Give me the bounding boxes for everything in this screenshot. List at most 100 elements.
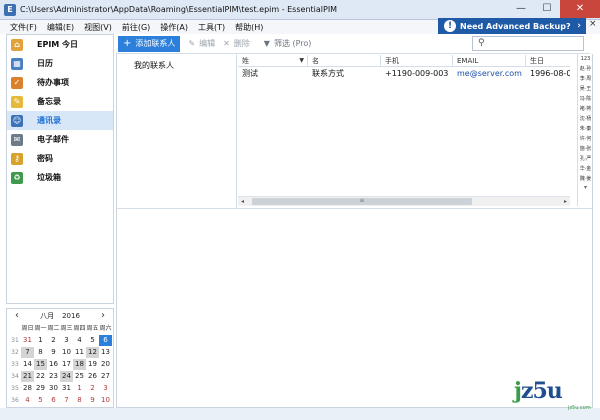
calendar-grid: 周日 周一 周二 周三 周四 周五 周六 31 31 1 2 3 4 5 6 32 7 8 9 10 11 12 13 33 1… [7, 323, 113, 406]
calendar-header: ‹ 八月 2016 › [7, 309, 113, 323]
calendar-day[interactable]: 18 [73, 359, 86, 370]
minimize-button[interactable]: — [508, 0, 534, 18]
calendar-day[interactable]: 7 [60, 395, 73, 406]
calendar-week-number: 36 [11, 397, 19, 404]
calendar-day[interactable]: 7 [21, 347, 34, 358]
calendar-day[interactable]: 12 [86, 347, 99, 358]
calendar-weekday-label: 周六 [99, 325, 112, 332]
add-contact-button[interactable]: + 添加联系人 [118, 35, 181, 52]
calendar-day[interactable]: 14 [21, 359, 34, 370]
calendar-day[interactable]: 11 [73, 347, 86, 358]
calendar-day[interactable]: 24 [60, 371, 73, 382]
calendar-day[interactable]: 1 [34, 335, 47, 346]
sidebar-item-calendar[interactable]: ▦ 日历 [7, 54, 113, 73]
delete-button[interactable]: ✕ 删除 [223, 38, 250, 49]
menu-help[interactable]: 帮助(H) [235, 22, 263, 33]
menu-actions[interactable]: 操作(A) [160, 22, 188, 33]
calendar-day[interactable]: 9 [47, 347, 60, 358]
notes-icon: ✎ [11, 95, 23, 108]
calendar-day[interactable]: 8 [73, 395, 86, 406]
sidebar-item-contacts[interactable]: ☺ 通讯录 [7, 111, 113, 130]
calendar-week-number: 31 [11, 337, 19, 344]
window-controls: — ☐ ✕ [508, 0, 600, 18]
calendar-day[interactable]: 4 [21, 395, 34, 406]
calendar-day[interactable]: 3 [99, 383, 112, 394]
calendar-day[interactable]: 20 [99, 359, 112, 370]
menu-tools[interactable]: 工具(T) [198, 22, 225, 33]
close-button[interactable]: ✕ [560, 0, 600, 18]
calendar-day[interactable]: 31 [21, 335, 34, 346]
promo-close-button[interactable]: × [589, 19, 597, 29]
menu-file[interactable]: 文件(F) [10, 22, 37, 33]
calendar-weekday-label: 周一 [34, 325, 47, 332]
calendar-day[interactable]: 26 [86, 371, 99, 382]
sidebar-item-label: 电子邮件 [37, 135, 69, 144]
calendar-day[interactable]: 28 [21, 383, 34, 394]
next-month-button[interactable]: › [101, 309, 105, 323]
sidebar-item-todo[interactable]: ✓ 待办事项 [7, 73, 113, 92]
calendar-day[interactable]: 8 [34, 347, 47, 358]
sidebar-item-trash[interactable]: ♻ 垃圾箱 [7, 168, 113, 187]
calendar-day[interactable]: 22 [34, 371, 47, 382]
calendar-day[interactable]: 19 [86, 359, 99, 370]
calendar-weekday-label: 周三 [60, 325, 73, 332]
menu-edit[interactable]: 编辑(E) [47, 22, 74, 33]
calendar-day[interactable]: 1 [73, 383, 86, 394]
filter-button[interactable]: ▼ 筛选 (Pro) [264, 38, 312, 49]
sidebar-item-passwords[interactable]: ⚷ 密码 [7, 149, 113, 168]
calendar-day[interactable]: 13 [99, 347, 112, 358]
calendar-day[interactable]: 23 [47, 371, 60, 382]
sidebar-item-label: 密码 [37, 154, 53, 163]
menu-go[interactable]: 前往(G) [122, 22, 150, 33]
calendar-day[interactable]: 5 [34, 395, 47, 406]
calendar-day[interactable]: 17 [60, 359, 73, 370]
edit-label: 编辑 [199, 39, 216, 48]
mini-calendar: ‹ 八月 2016 › 周日 周一 周二 周三 周四 周五 周六 31 31 1 2 3 4 5 6 32 7 8… [6, 308, 114, 408]
sidebar-item-email[interactable]: ✉ 电子邮件 [7, 130, 113, 149]
watermark-logo: jz5u [514, 378, 563, 404]
main-pane [116, 54, 593, 408]
contacts-icon: ☺ [11, 114, 23, 127]
toolbar: + 添加联系人 ✎ 编辑 ✕ 删除 ▼ 筛选 (Pro) ⚲ [116, 34, 590, 54]
calendar-day[interactable]: 15 [34, 359, 47, 370]
sidebar-item-notes[interactable]: ✎ 备忘录 [7, 92, 113, 111]
calendar-day[interactable]: 6 [47, 395, 60, 406]
watermark-logo-text: z5u [520, 378, 563, 404]
window-title: C:\Users\Administrator\AppData\Roaming\E… [20, 5, 338, 14]
calendar-day[interactable]: 10 [99, 395, 112, 406]
calendar-day[interactable]: 4 [73, 335, 86, 346]
menu-view[interactable]: 视图(V) [84, 22, 112, 33]
calendar-weekday-label: 周二 [47, 325, 60, 332]
filter-label: 筛选 (Pro) [273, 39, 312, 48]
key-icon: ⚷ [11, 152, 23, 165]
calendar-day[interactable]: 9 [86, 395, 99, 406]
calendar-day[interactable]: 2 [47, 335, 60, 346]
search-input[interactable]: ⚲ [472, 36, 584, 51]
promo-label: Need Advanced Backup? [460, 21, 571, 31]
calendar-weekday-label: 周四 [73, 325, 86, 332]
prev-month-button[interactable]: ‹ [15, 309, 19, 323]
maximize-button[interactable]: ☐ [534, 0, 560, 18]
calendar-day[interactable]: 16 [47, 359, 60, 370]
calendar-day[interactable]: 30 [47, 383, 60, 394]
calendar-day[interactable]: 10 [60, 347, 73, 358]
calendar-week-number: 35 [11, 385, 19, 392]
calendar-day[interactable]: 3 [60, 335, 73, 346]
sidebar-item-today[interactable]: ⌂ EPIM 今日 [7, 35, 113, 54]
calendar-day[interactable]: 21 [21, 371, 34, 382]
calendar-day[interactable]: 2 [86, 383, 99, 394]
title-bar: E C:\Users\Administrator\AppData\Roaming… [0, 0, 600, 20]
calendar-corner [9, 323, 21, 334]
add-contact-label: 添加联系人 [135, 39, 176, 48]
trash-icon: ♻ [11, 171, 23, 184]
sidebar-item-label: 备忘录 [37, 97, 61, 106]
edit-button[interactable]: ✎ 编辑 [188, 38, 215, 49]
backup-promo-banner[interactable]: ! Need Advanced Backup? › [438, 18, 586, 34]
calendar-day[interactable]: 25 [73, 371, 86, 382]
calendar-weekday-label: 周五 [86, 325, 99, 332]
calendar-day[interactable]: 31 [60, 383, 73, 394]
calendar-day[interactable]: 29 [34, 383, 47, 394]
calendar-day[interactable]: 6 [99, 335, 112, 346]
calendar-day[interactable]: 27 [99, 371, 112, 382]
calendar-day[interactable]: 5 [86, 335, 99, 346]
